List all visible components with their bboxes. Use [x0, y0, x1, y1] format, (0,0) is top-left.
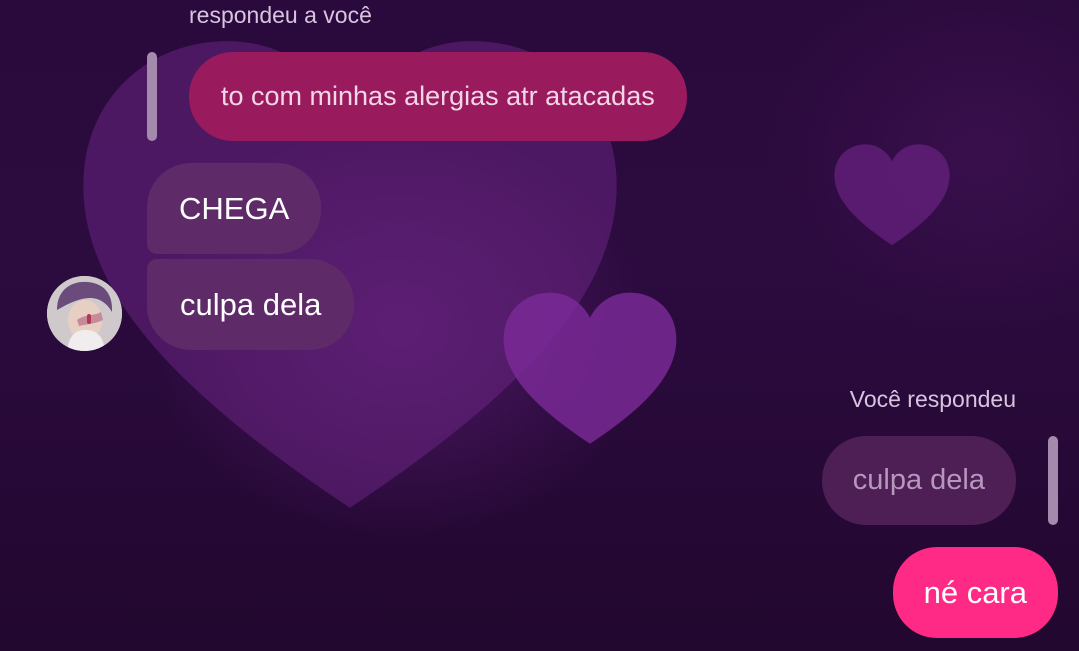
sent-quoted-message-bubble[interactable]: culpa dela	[821, 436, 1016, 525]
received-message-bubble[interactable]: culpa dela	[147, 259, 355, 350]
received-quoted-message-bubble[interactable]: to com minhas alergias atr atacadas	[189, 52, 687, 141]
received-quoted-message-text: to com minhas alergias atr atacadas	[221, 81, 655, 111]
profile-photo-icon	[47, 276, 122, 351]
sent-message-text: né cara	[923, 574, 1027, 610]
received-reply-bar	[147, 52, 157, 141]
sent-reply-bar	[1048, 436, 1058, 525]
sent-quoted-message-text: culpa dela	[852, 464, 985, 496]
small-heart-background-icon	[834, 144, 950, 246]
received-message-bubble[interactable]: CHEGA	[147, 163, 322, 254]
received-message-text: culpa dela	[180, 286, 322, 322]
sent-reply-caption: Você respondeu	[849, 386, 1016, 412]
avatar[interactable]	[47, 276, 122, 351]
medium-heart-background-icon	[503, 292, 677, 444]
chat-thread[interactable]: respondeu a você to com minhas alergias …	[0, 0, 1079, 651]
received-reply-caption: respondeu a você	[189, 2, 372, 28]
received-message-text: CHEGA	[179, 190, 290, 226]
sent-message-bubble[interactable]: né cara	[892, 547, 1058, 638]
